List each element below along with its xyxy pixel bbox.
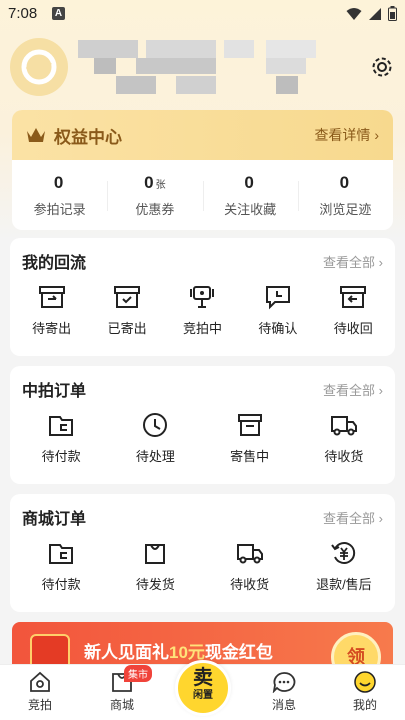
- auction-icon: [190, 286, 215, 308]
- message-icon: [272, 672, 296, 693]
- sell-button[interactable]: 卖 闲置: [175, 660, 231, 716]
- status-bar: 7:08 A: [0, 0, 405, 28]
- chat-check-icon: [265, 286, 290, 310]
- item-label: 竞拍中: [182, 321, 222, 336]
- wallet-icon: [49, 416, 74, 436]
- section-mall-orders: 商城订单 查看全部 › 待付款 待发货 待收货 退款/售后: [10, 494, 395, 612]
- section-won-orders: 中拍订单 查看全部 › 待付款 待处理 寄售中 待收货: [10, 366, 395, 484]
- item-label: 待收回: [333, 321, 373, 336]
- tab-badge: 集市: [124, 665, 152, 682]
- section-title: 我的回流: [22, 255, 87, 272]
- item-label: 退款/售后: [316, 577, 372, 592]
- sell-label: 卖: [193, 667, 213, 689]
- sell-sublabel: 闲置: [193, 690, 213, 701]
- vip-card: 权益中心 查看详情 › 0 参拍记录 0张 优惠券 0 关注收藏 0 浏览足迹: [12, 110, 393, 230]
- item-label: 待收货: [324, 449, 364, 464]
- box-check-icon: [114, 286, 141, 308]
- banner-text-c: 现金红包: [204, 643, 273, 662]
- settings-icon[interactable]: [369, 54, 395, 80]
- stat-bid-records[interactable]: 0 参拍记录: [12, 173, 107, 218]
- stat-favorites[interactable]: 0 关注收藏: [202, 172, 298, 218]
- stat-label: 关注收藏: [224, 201, 277, 217]
- item-label: 待收货: [230, 577, 270, 592]
- item-to-pay[interactable]: 待付款: [26, 540, 96, 593]
- item-bidding[interactable]: 竞拍中: [167, 284, 237, 337]
- stat-value: 0: [339, 172, 350, 192]
- view-all-link[interactable]: 查看全部 ›: [323, 508, 383, 527]
- signal-icon: [369, 7, 381, 20]
- item-label: 待发货: [135, 577, 175, 592]
- item-to-receive[interactable]: 待收货: [215, 540, 285, 593]
- tab-mine[interactable]: 我的: [335, 671, 395, 713]
- stat-label: 浏览足迹: [319, 201, 372, 217]
- clock-icon: [143, 413, 168, 437]
- home-icon: [30, 671, 50, 692]
- box-return-icon: [340, 286, 367, 308]
- banner-text-a: 新人见面礼: [84, 643, 169, 662]
- tab-label: 消息: [271, 698, 296, 712]
- vip-title: 权益中心: [54, 127, 122, 147]
- item-label: 待确认: [258, 321, 298, 336]
- store-icon: [237, 414, 262, 436]
- item-to-receive[interactable]: 待收货: [309, 412, 379, 465]
- stat-label: 优惠券: [135, 201, 175, 217]
- stat-value: 0: [244, 172, 254, 192]
- item-refund[interactable]: 退款/售后: [309, 540, 379, 593]
- stat-label: 参拍记录: [33, 201, 86, 217]
- truck-icon: [236, 544, 263, 564]
- status-time: 7:08: [8, 5, 38, 22]
- item-label: 寄售中: [230, 449, 270, 464]
- tab-mall[interactable]: 集市 商城: [92, 665, 152, 713]
- stat-value: 0: [144, 172, 154, 192]
- item-label: 待付款: [41, 449, 81, 464]
- tab-auction[interactable]: 竞拍: [10, 671, 70, 713]
- box-out-icon: [38, 286, 65, 308]
- tab-label: 我的: [352, 698, 377, 712]
- item-to-return[interactable]: 待收回: [318, 284, 388, 337]
- section-my-return: 我的回流 查看全部 › 待寄出 已寄出 竞拍中 待确认 待收回: [10, 238, 395, 356]
- truck-icon: [330, 416, 357, 436]
- tab-label: 商城: [109, 698, 134, 712]
- wifi-icon: [346, 7, 362, 20]
- claim-coin-button[interactable]: 领: [331, 632, 381, 668]
- crown-icon: [27, 128, 45, 142]
- stat-value: 0: [53, 172, 64, 192]
- item-label: 待付款: [41, 577, 81, 592]
- battery-icon: [388, 6, 397, 21]
- stat-unit: 张: [155, 179, 166, 191]
- stat-history[interactable]: 0 浏览足迹: [297, 172, 393, 218]
- bag-icon: [145, 544, 166, 564]
- item-label: 待寄出: [32, 321, 72, 336]
- section-title: 商城订单: [22, 511, 87, 528]
- item-pending[interactable]: 待处理: [120, 412, 190, 465]
- item-sent[interactable]: 已寄出: [92, 284, 162, 337]
- tab-label: 竞拍: [27, 698, 52, 712]
- view-all-link[interactable]: 查看全部 ›: [323, 252, 383, 271]
- section-title: 中拍订单: [22, 383, 87, 400]
- view-all-link[interactable]: 查看全部 ›: [323, 380, 383, 399]
- item-to-ship[interactable]: 待发货: [120, 540, 190, 593]
- item-label: 待处理: [135, 449, 175, 464]
- vip-header[interactable]: 权益中心 查看详情 ›: [12, 110, 393, 160]
- avatar[interactable]: [10, 38, 68, 96]
- item-to-confirm[interactable]: 待确认: [243, 284, 313, 337]
- avatar-logo-icon: [21, 49, 57, 85]
- tab-messages[interactable]: 消息: [254, 671, 314, 713]
- item-to-send[interactable]: 待寄出: [17, 284, 87, 337]
- item-to-pay[interactable]: 待付款: [26, 412, 96, 465]
- banner-text: 新人见面礼10元现金红包: [84, 638, 273, 663]
- profile-icon: [354, 671, 376, 693]
- vip-details-link[interactable]: 查看详情 ›: [314, 125, 379, 145]
- red-envelope-icon: [30, 634, 70, 668]
- stats-row: 0 参拍记录 0张 优惠券 0 关注收藏 0 浏览足迹: [12, 160, 393, 230]
- refund-icon: [331, 542, 355, 564]
- notification-icon: A: [52, 7, 65, 20]
- stat-coupons[interactable]: 0张 优惠券: [107, 173, 202, 218]
- wallet-icon: [49, 544, 74, 564]
- item-consigning[interactable]: 寄售中: [215, 412, 285, 465]
- item-label: 已寄出: [107, 321, 147, 336]
- user-name-blurred: [76, 38, 318, 96]
